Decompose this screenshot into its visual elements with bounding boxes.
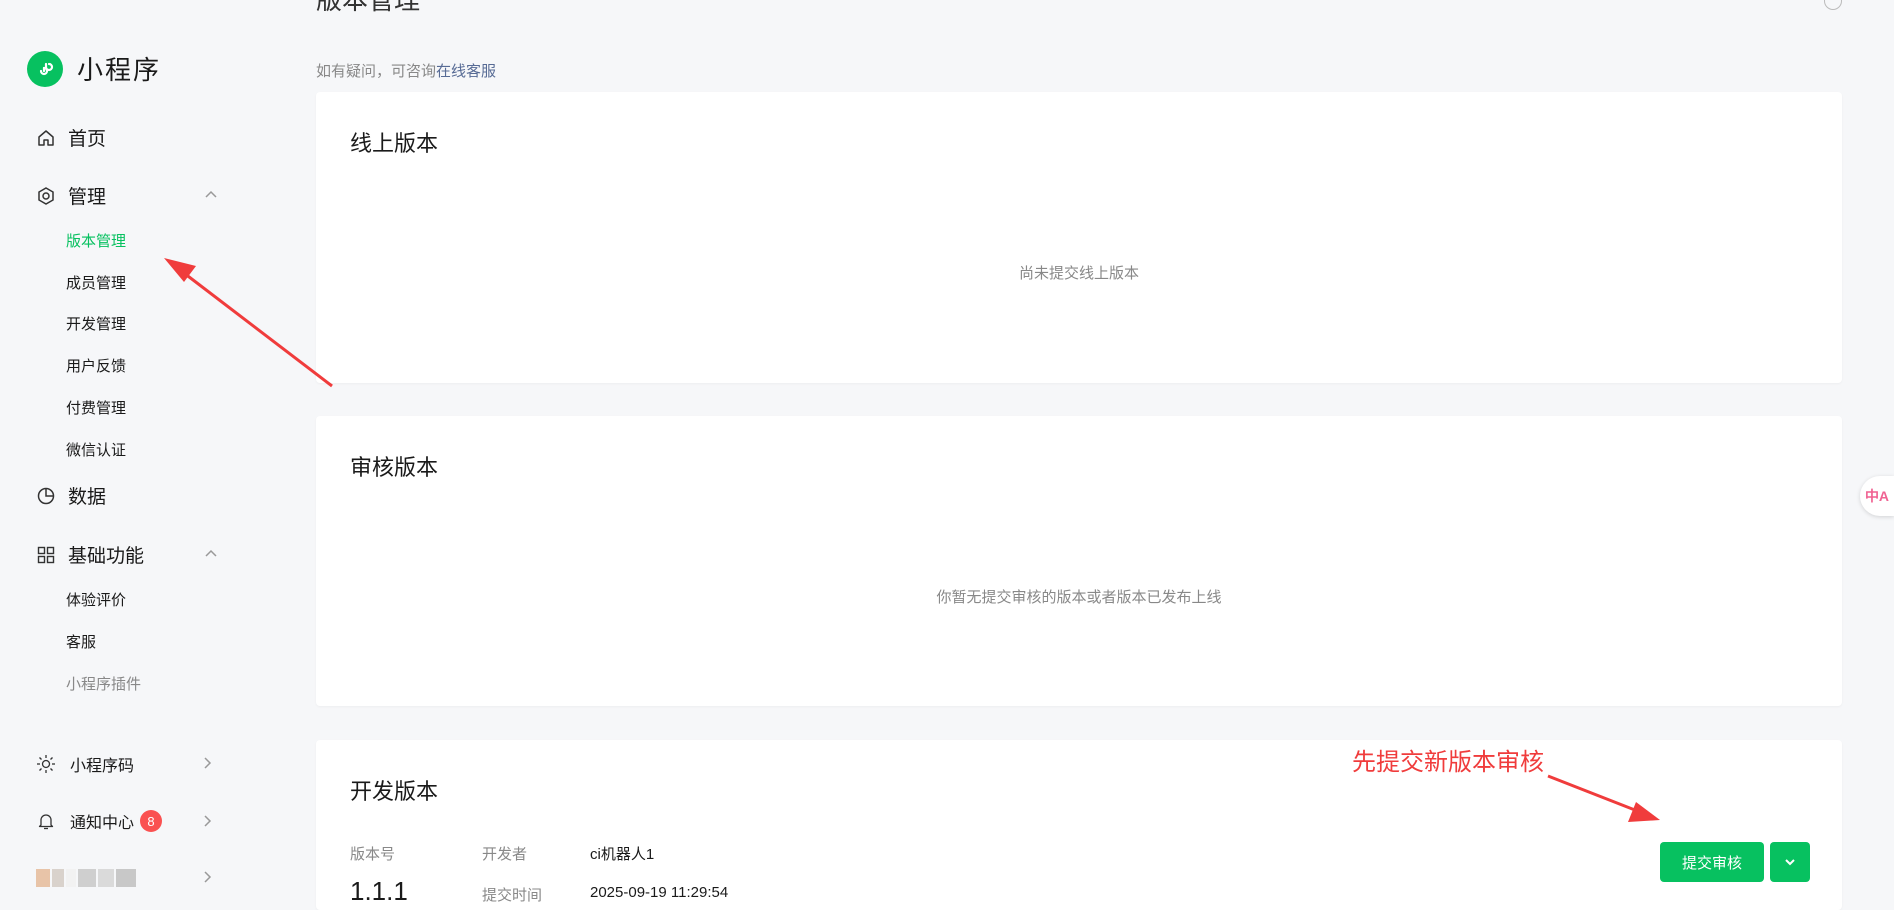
- review-version-empty: 你暂无提交审核的版本或者版本已发布上线: [936, 589, 1222, 606]
- sidebar-item-label: 首页: [68, 129, 107, 150]
- review-version-title: 审核版本: [350, 455, 439, 480]
- pie-chart-icon: [36, 486, 56, 506]
- account-avatar-blurred[interactable]: [36, 869, 136, 887]
- home-icon: [36, 128, 56, 148]
- version-number: 1.1.1: [350, 876, 408, 906]
- version-number-label: 版本号: [350, 846, 396, 863]
- sidebar: 小程序 首页 管理 版本管理 成员管理 开发管理 用户反馈 付费管理 微信认证 …: [0, 0, 300, 897]
- sidebar-item-label: 通知中心: [70, 815, 135, 832]
- developer-value: ci机器人1: [590, 846, 655, 863]
- sidebar-item-data[interactable]: 数据: [36, 482, 106, 509]
- brand[interactable]: 小程序: [27, 50, 161, 87]
- sidebar-subitem-experience-rating[interactable]: 体验评价: [66, 589, 126, 610]
- sidebar-item-manage[interactable]: 管理: [36, 182, 106, 209]
- submit-review-button[interactable]: 提交审核: [1660, 842, 1764, 882]
- page-title: 版本管理: [316, 0, 421, 15]
- miniprogram-logo-icon: [27, 50, 63, 87]
- chevron-right-icon[interactable]: [200, 814, 214, 828]
- notification-count-badge: 8: [140, 810, 163, 832]
- help-notice: 如有疑问，可咨询在线客服: [316, 60, 496, 81]
- sidebar-item-label: 数据: [68, 487, 107, 508]
- sidebar-subitem-member-manage[interactable]: 成员管理: [66, 272, 126, 293]
- sidebar-item-home[interactable]: 首页: [36, 124, 106, 151]
- sidebar-subitem-version-manage[interactable]: 版本管理: [66, 230, 126, 251]
- bell-icon: [36, 811, 56, 831]
- sidebar-subitem-wechat-cert[interactable]: 微信认证: [66, 439, 126, 460]
- developer-label: 开发者: [482, 846, 528, 863]
- sidebar-item-label: 管理: [68, 187, 107, 208]
- submit-options-dropdown-button[interactable]: [1770, 842, 1810, 882]
- online-version-card: 线上版本 尚未提交线上版本: [316, 92, 1842, 383]
- sidebar-item-label: 基础功能: [68, 546, 145, 567]
- online-version-title: 线上版本: [350, 131, 439, 156]
- brand-name: 小程序: [77, 55, 162, 85]
- qrcode-sun-icon: [36, 754, 56, 774]
- sidebar-subitem-customer-service[interactable]: 客服: [66, 631, 96, 652]
- sidebar-item-qrcode[interactable]: 小程序码: [36, 752, 134, 776]
- online-service-link[interactable]: 在线客服: [436, 63, 496, 80]
- sidebar-subitem-plugin[interactable]: 小程序插件: [66, 673, 141, 694]
- dev-version-title: 开发版本: [350, 779, 439, 804]
- sidebar-subitem-dev-manage[interactable]: 开发管理: [66, 313, 126, 334]
- sidebar-item-basic-features[interactable]: 基础功能: [36, 541, 144, 568]
- translate-floating-button[interactable]: 中A: [1860, 476, 1894, 516]
- help-icon[interactable]: [1824, 0, 1842, 10]
- chevron-up-icon[interactable]: [203, 546, 219, 562]
- chevron-up-icon[interactable]: [203, 187, 219, 203]
- chevron-down-icon: [1785, 859, 1795, 866]
- help-notice-text: 如有疑问，可咨询: [316, 63, 437, 80]
- sidebar-subitem-user-feedback[interactable]: 用户反馈: [66, 355, 126, 376]
- annotation-text: 先提交新版本审核: [1352, 749, 1544, 776]
- sidebar-item-notifications[interactable]: 通知中心 8: [36, 809, 163, 833]
- grid-icon: [36, 545, 56, 565]
- online-version-empty: 尚未提交线上版本: [1018, 265, 1139, 282]
- sidebar-item-label: 小程序码: [70, 758, 135, 775]
- dev-version-card: 开发版本 版本号 1.1.1 开发者 ci机器人1 提交时间 2025-09-1…: [316, 740, 1842, 910]
- chevron-right-icon[interactable]: [200, 870, 214, 884]
- chevron-right-icon[interactable]: [200, 756, 214, 770]
- translate-icon: 中A: [1864, 488, 1890, 504]
- sidebar-subitem-payment-manage[interactable]: 付费管理: [66, 397, 126, 418]
- settings-hexagon-icon: [36, 186, 56, 206]
- submit-time-label: 提交时间: [482, 887, 543, 904]
- submit-time-value: 2025-09-19 11:29:54: [590, 884, 729, 901]
- review-version-card: 审核版本 你暂无提交审核的版本或者版本已发布上线: [316, 416, 1842, 706]
